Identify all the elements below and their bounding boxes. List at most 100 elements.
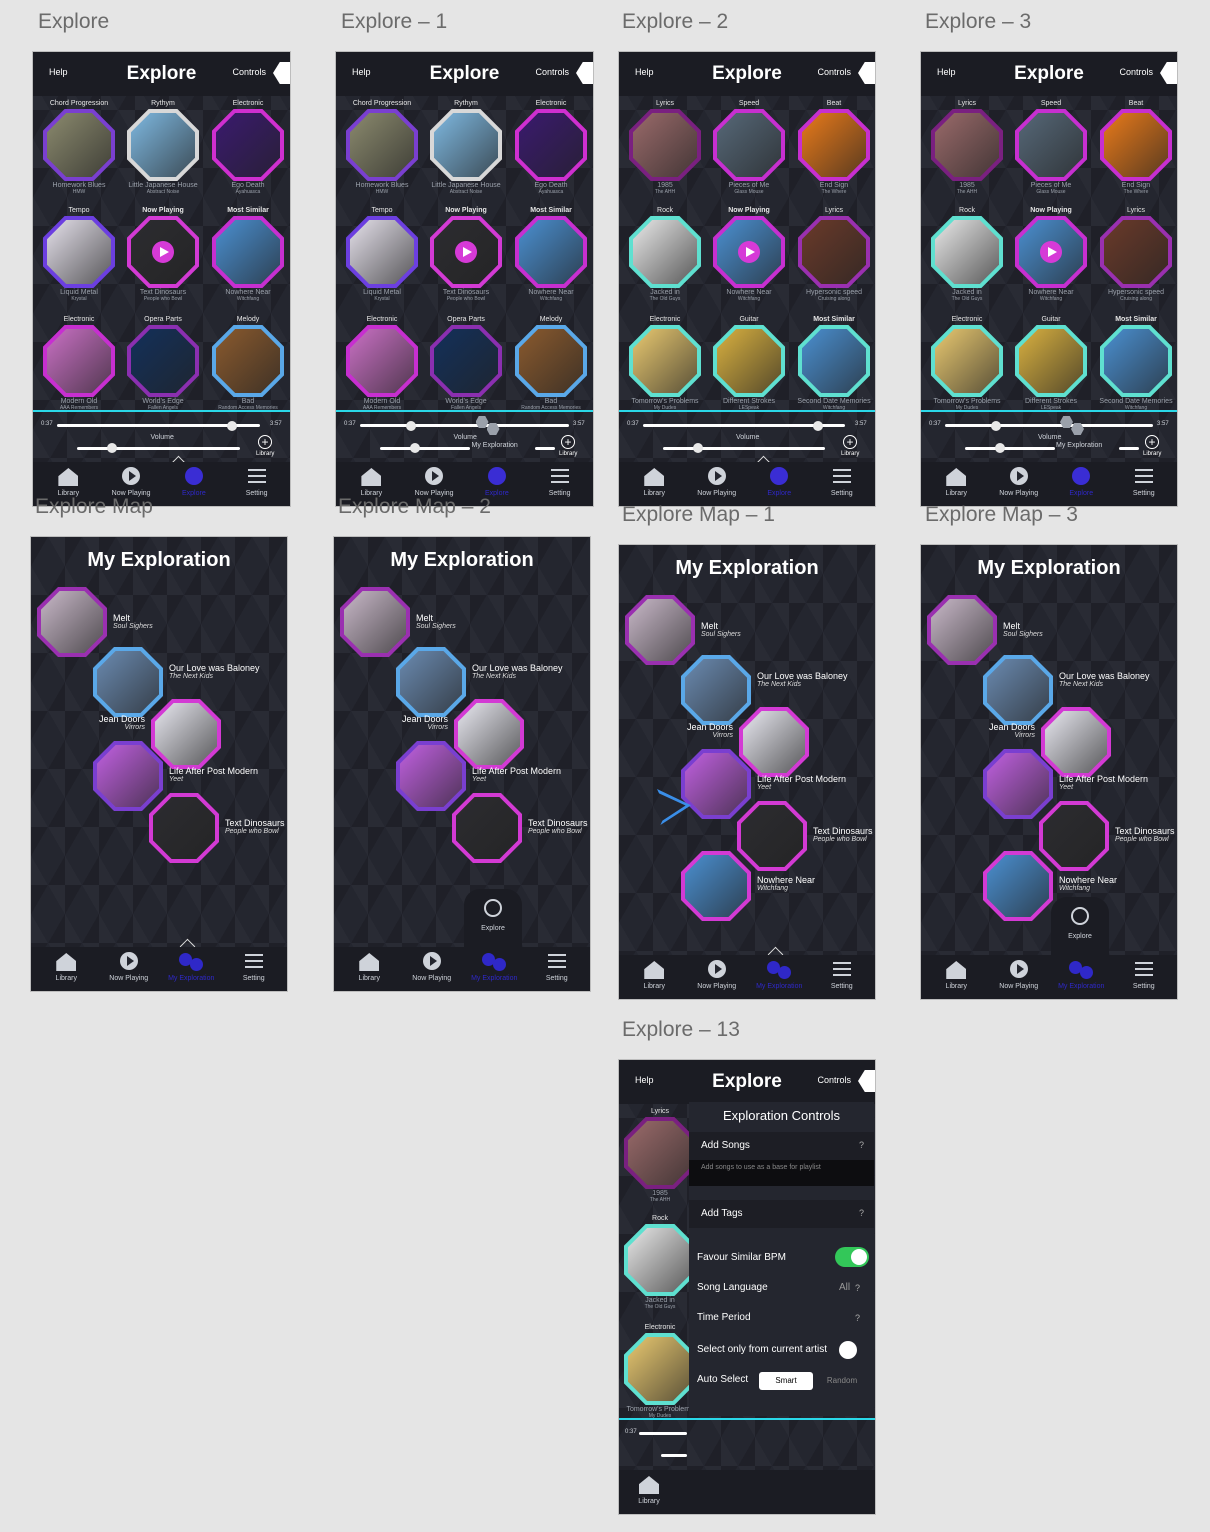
tab-now-playing[interactable]: Now Playing bbox=[404, 466, 464, 497]
song-tile[interactable]: Melody Bad Random Access Memories bbox=[209, 316, 287, 412]
controls-link[interactable]: Controls bbox=[232, 67, 266, 77]
album-art-frame[interactable] bbox=[713, 216, 785, 288]
map-song-label[interactable]: Text Dinosaurs People who Bowl bbox=[813, 826, 873, 843]
map-song-node[interactable] bbox=[452, 793, 522, 863]
song-tile[interactable]: Electronic Tomorrow's Problems My Dudes bbox=[621, 1324, 699, 1420]
map-song-node[interactable] bbox=[454, 699, 524, 769]
tab-explore[interactable]: My Exploration bbox=[1051, 959, 1111, 990]
song-tile[interactable]: Rythym Little Japanese House Abstract Nois… bbox=[124, 100, 202, 196]
map-song-label[interactable]: Our Love was Baloney The Next Kids bbox=[472, 663, 563, 680]
album-art-frame[interactable] bbox=[931, 216, 1003, 288]
song-tile[interactable]: Most Similar Second Date Memories Witchfan… bbox=[1097, 316, 1175, 412]
seek-slider[interactable] bbox=[360, 424, 563, 427]
album-art-frame[interactable] bbox=[1100, 325, 1172, 397]
song-tile[interactable]: Rythym Little Japanese House Abstract Nois… bbox=[427, 100, 505, 196]
song-tile[interactable]: Most Similar Second Date Memories Witchfan… bbox=[795, 316, 873, 412]
map-song-label[interactable]: Text Dinosaurs People who Bowl bbox=[225, 818, 285, 835]
seek-slider[interactable] bbox=[945, 424, 1147, 427]
album-art-frame[interactable] bbox=[713, 109, 785, 181]
song-tile[interactable]: Guitar Different Strokes LESpeak bbox=[710, 316, 788, 412]
hexagons-icon[interactable] bbox=[1060, 416, 1086, 436]
song-tile[interactable]: Most Similar Nowhere Near Witchfang bbox=[209, 207, 287, 303]
add-to-library-icon[interactable]: + bbox=[843, 435, 857, 449]
volume-slider[interactable] bbox=[380, 447, 470, 450]
song-tile[interactable]: Melody Bad Random Access Memories bbox=[512, 316, 590, 412]
song-tile[interactable]: Beat End Sign The Where bbox=[795, 100, 873, 196]
controls-link[interactable]: Controls bbox=[817, 67, 851, 77]
album-art-frame[interactable] bbox=[515, 216, 587, 288]
album-art-frame[interactable] bbox=[430, 216, 502, 288]
map-song-node[interactable] bbox=[37, 587, 107, 657]
song-tile[interactable]: Tempo Liquid Metal Krystal bbox=[343, 207, 421, 303]
map-song-label[interactable]: Melt Soul Sighers bbox=[113, 613, 153, 630]
album-art-frame[interactable] bbox=[629, 216, 701, 288]
map-song-node[interactable] bbox=[681, 851, 751, 921]
map-song-node[interactable] bbox=[983, 655, 1053, 725]
song-tile[interactable]: Guitar Different Strokes LESpeak bbox=[1012, 316, 1090, 412]
album-art-frame[interactable] bbox=[212, 109, 284, 181]
tab-now-playing[interactable]: Now Playing bbox=[989, 959, 1049, 990]
add-to-library-icon[interactable]: + bbox=[1145, 435, 1159, 449]
album-art-frame[interactable] bbox=[430, 109, 502, 181]
album-art-frame[interactable] bbox=[1015, 109, 1087, 181]
album-art-frame[interactable] bbox=[931, 325, 1003, 397]
help-icon[interactable]: ? bbox=[855, 1283, 860, 1293]
map-song-label[interactable]: Jean Doors Virrors bbox=[687, 722, 733, 739]
tab-explore[interactable]: My Exploration bbox=[749, 959, 809, 990]
album-art-frame[interactable] bbox=[212, 325, 284, 397]
tab-library[interactable]: Library bbox=[926, 959, 986, 990]
tab-now-playing[interactable]: Now Playing bbox=[989, 466, 1049, 497]
tab-library[interactable]: Library bbox=[36, 951, 96, 982]
song-tile[interactable]: Electronic Tomorrow's Problems My Dudes bbox=[928, 316, 1006, 412]
map-song-node[interactable] bbox=[983, 851, 1053, 921]
album-art-frame[interactable] bbox=[629, 109, 701, 181]
tab-library[interactable]: Library bbox=[926, 466, 986, 497]
album-art-frame[interactable] bbox=[43, 216, 115, 288]
seek-knob[interactable] bbox=[406, 421, 416, 431]
volume-slider[interactable] bbox=[663, 447, 825, 450]
map-song-node[interactable] bbox=[396, 741, 466, 811]
tab-library[interactable]: Library bbox=[624, 466, 684, 497]
map-song-label[interactable]: Jean Doors Virrors bbox=[989, 722, 1035, 739]
map-song-label[interactable]: Life After Post Modern Yeet bbox=[1059, 774, 1148, 791]
tab-explore[interactable]: Explore bbox=[164, 466, 224, 497]
tab-setting[interactable]: Setting bbox=[812, 466, 872, 497]
help-icon[interactable]: ? bbox=[859, 1208, 864, 1218]
map-song-node[interactable] bbox=[151, 699, 221, 769]
add-songs-row[interactable]: Add Songs? bbox=[689, 1132, 874, 1160]
tab-explore[interactable]: Explore bbox=[1051, 466, 1111, 497]
song-tile[interactable]: Electronic Tomorrow's Problems My Dudes bbox=[626, 316, 704, 412]
song-tile[interactable]: Rock Jacked in The Old Guys bbox=[928, 207, 1006, 303]
map-song-label[interactable]: Nowhere Near Witchfang bbox=[1059, 875, 1117, 892]
map-song-label[interactable]: Jean Doors Virrors bbox=[402, 714, 448, 731]
volume-knob[interactable] bbox=[693, 443, 703, 453]
song-language-value[interactable]: All bbox=[839, 1282, 850, 1293]
album-art-frame[interactable] bbox=[430, 325, 502, 397]
map-song-label[interactable]: Life After Post Modern Yeet bbox=[169, 766, 258, 783]
map-song-node[interactable] bbox=[983, 749, 1053, 819]
tab-explore[interactable]: Explore bbox=[749, 466, 809, 497]
random-option[interactable]: Random bbox=[815, 1372, 869, 1390]
album-art-frame[interactable] bbox=[798, 109, 870, 181]
map-song-node[interactable] bbox=[93, 647, 163, 717]
volume-knob[interactable] bbox=[995, 443, 1005, 453]
map-song-label[interactable]: Life After Post Modern Yeet bbox=[472, 766, 561, 783]
add-songs-hint[interactable]: Add songs to use as a base for playlist bbox=[689, 1160, 874, 1186]
map-song-node[interactable] bbox=[625, 595, 695, 665]
seek-slider-mini[interactable] bbox=[1119, 424, 1153, 427]
album-art-frame[interactable] bbox=[1015, 216, 1087, 288]
explore-button[interactable]: Explore bbox=[1051, 897, 1109, 957]
album-art-frame[interactable] bbox=[624, 1333, 696, 1405]
help-icon[interactable]: ? bbox=[855, 1313, 860, 1323]
add-to-library-icon[interactable]: + bbox=[561, 435, 575, 449]
album-art-frame[interactable] bbox=[1100, 216, 1172, 288]
hexagons-icon[interactable] bbox=[475, 416, 502, 436]
album-art-frame[interactable] bbox=[931, 109, 1003, 181]
tab-setting[interactable]: Setting bbox=[224, 951, 284, 982]
volume-slider-mini[interactable] bbox=[535, 447, 555, 450]
album-art-frame[interactable] bbox=[798, 216, 870, 288]
seek-knob[interactable] bbox=[991, 421, 1001, 431]
map-song-node[interactable] bbox=[927, 595, 997, 665]
map-song-label[interactable]: Melt Soul Sighers bbox=[416, 613, 456, 630]
album-art-frame[interactable] bbox=[127, 109, 199, 181]
